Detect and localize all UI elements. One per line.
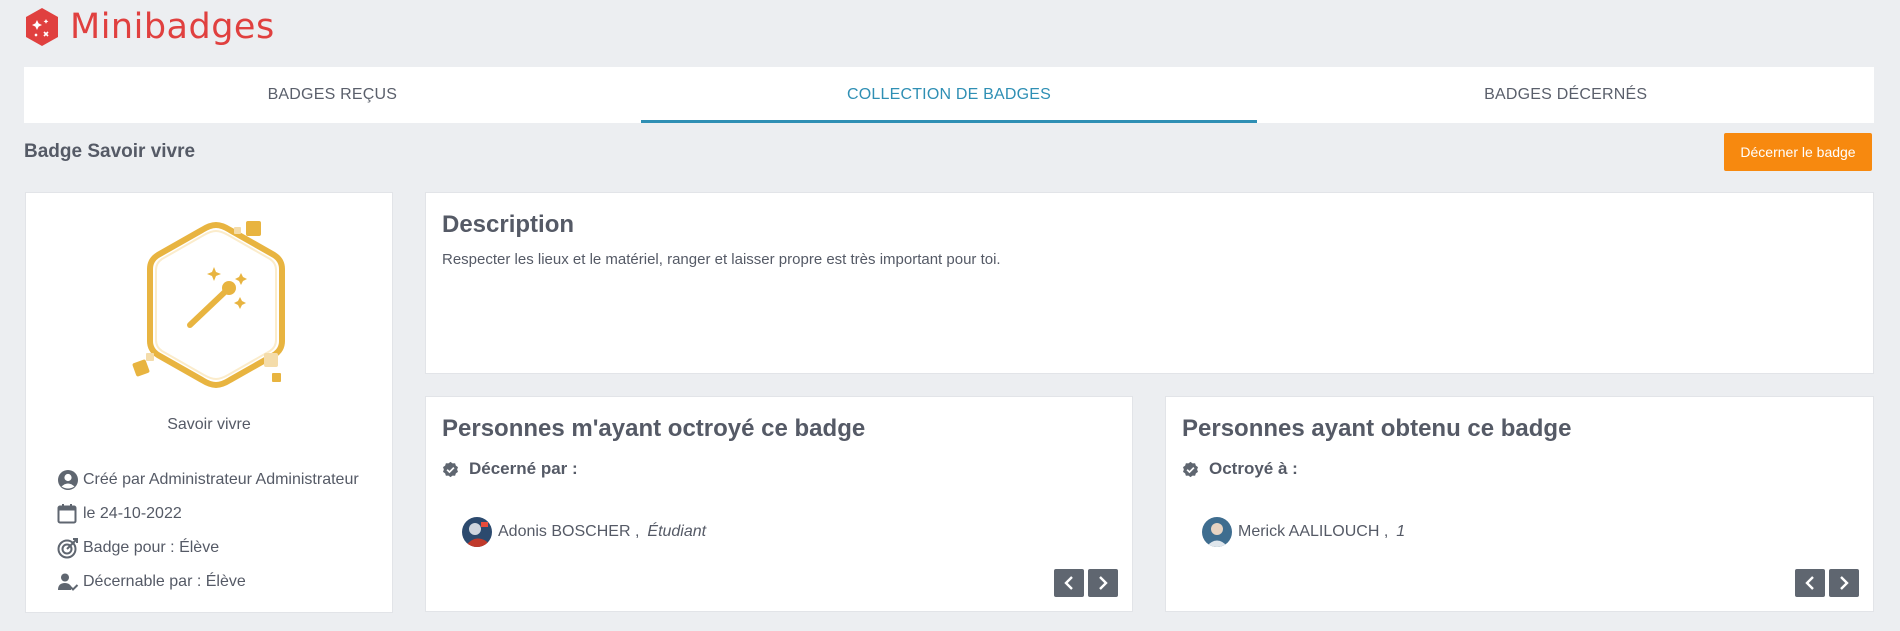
meta-created-by: Créé par Administrateur Administrateur (57, 463, 359, 497)
description-title: Description (442, 211, 575, 238)
chevron-left-icon (1805, 576, 1814, 590)
person-name: Merick AALILOUCH , (1238, 523, 1389, 540)
chevron-right-icon (1099, 576, 1108, 590)
logo-icon (26, 8, 58, 46)
target-icon (57, 536, 81, 560)
page-title: Badge Savoir vivre (24, 141, 196, 162)
created-by-text: Créé par Administrateur Administrateur (83, 471, 359, 488)
previous-button[interactable] (1795, 569, 1825, 597)
avatar (1202, 517, 1232, 547)
user-circle-icon (57, 468, 81, 492)
meta-awardable-by: Décernable par : Élève (57, 565, 359, 599)
app-logo[interactable]: Minibadges (24, 6, 275, 48)
obtained-by-title: Personnes ayant obtenu ce badge (1182, 415, 1572, 442)
badge-card: Savoir vivre Créé par Administrateur Adm… (25, 192, 393, 613)
previous-button[interactable] (1054, 569, 1084, 597)
award-badge-button[interactable]: Décerner le badge (1724, 133, 1872, 171)
person-name: Adonis BOSCHER , (498, 523, 640, 540)
granted-by-title: Personnes m'ayant octroyé ce badge (442, 415, 866, 442)
awardable-by-text: Décernable par : Élève (83, 573, 246, 590)
chevron-right-icon (1840, 576, 1849, 590)
granted-by-label: Décerné par : (469, 459, 578, 478)
person-item[interactable]: Merick AALILOUCH , 1 (1202, 517, 1405, 547)
badge-name: Savoir vivre (167, 416, 251, 433)
next-button[interactable] (1088, 569, 1118, 597)
main-tabs: BADGES REÇUS COLLECTION DE BADGES BADGES… (24, 67, 1874, 123)
obtained-by-subtitle: Octroyé à : (1182, 459, 1298, 479)
user-check-icon (57, 570, 81, 594)
chevron-left-icon (1064, 576, 1073, 590)
meta-for: Badge pour : Élève (57, 531, 359, 565)
app-name: Minibadges (70, 6, 275, 47)
verified-icon (1183, 461, 1198, 477)
meta-date: le 24-10-2022 (57, 497, 359, 531)
tab-badges-decernes[interactable]: BADGES DÉCERNÉS (1257, 67, 1874, 123)
avatar (462, 517, 492, 547)
tab-collection-de-badges[interactable]: COLLECTION DE BADGES (640, 67, 1258, 123)
badge-meta: Créé par Administrateur Administrateur l… (57, 463, 359, 599)
description-text: Respecter les lieux et le matériel, rang… (442, 251, 1001, 268)
badge-image (132, 221, 285, 389)
calendar-icon (57, 502, 81, 526)
date-text: le 24-10-2022 (83, 505, 182, 522)
person-role: 1 (1396, 523, 1406, 540)
verified-icon (443, 461, 458, 477)
description-card: Description Respecter les lieux et le ma… (425, 192, 1874, 374)
granted-by-card: Personnes m'ayant octroyé ce badge Décer… (425, 396, 1133, 612)
pagination (1054, 569, 1118, 597)
person-item[interactable]: Adonis BOSCHER , Étudiant (462, 517, 706, 547)
next-button[interactable] (1829, 569, 1859, 597)
tab-badges-recus[interactable]: BADGES REÇUS (24, 67, 641, 123)
for-text: Badge pour : Élève (83, 539, 220, 556)
granted-by-subtitle: Décerné par : (442, 459, 578, 479)
person-role: Étudiant (647, 523, 707, 540)
obtained-by-card: Personnes ayant obtenu ce badge Octroyé … (1165, 396, 1874, 612)
pagination (1795, 569, 1859, 597)
obtained-by-label: Octroyé à : (1209, 459, 1298, 478)
